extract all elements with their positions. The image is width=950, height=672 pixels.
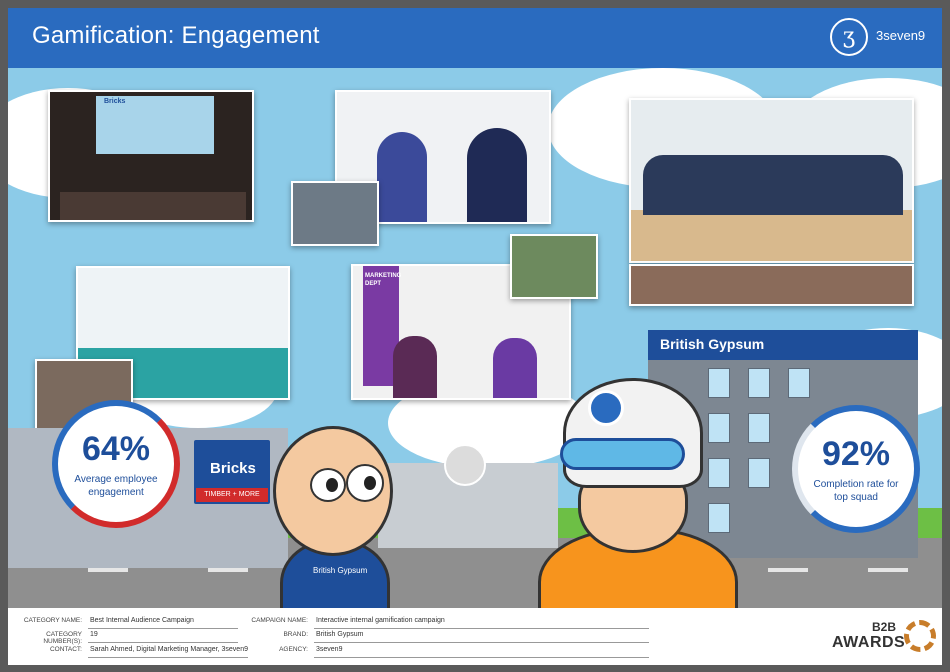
safety-goggles [560,438,685,470]
category-name-key: CATEGORY NAME: [23,617,82,624]
presentation-screen-label: Bricks [104,98,126,105]
globe-icon [588,390,624,426]
completion-stat-value: 92% [821,435,891,473]
road-marking [88,568,128,572]
awards-word-text: AWARDS [832,634,906,651]
hard-hat [563,378,703,488]
category-name-value: Best Internal Audience Campaign [88,617,238,629]
window [748,458,770,488]
awards-b2b-text: B2B [872,620,897,634]
completion-stat-badge: 92% Completion rate for top squad [792,405,920,533]
agency-logo-icon: ʒ [830,18,868,56]
brand-value: British Gypsum [314,631,649,643]
window [748,368,770,398]
presentation-photo: Bricks [48,90,254,222]
category-number-value: 19 [88,631,238,643]
engagement-stat-value: 64% [81,430,151,468]
marketing-sign: MARKETING DEPT [365,273,402,287]
agency-logo-text: 3seven9 [876,28,926,43]
apple-logo-icon [444,444,486,486]
shirt-logo: British Gypsum [313,566,368,575]
road-marking [868,568,908,572]
brand-key: BRAND: [283,631,308,638]
completion-stat-label: Completion rate for top squad [813,479,899,503]
contact-value: Sarah Ahmed, Digital Marketing Manager, … [88,646,248,658]
entry-details-footer: CATEGORY NAME: Best Internal Audience Ca… [8,608,942,665]
agency-value: 3seven9 [314,646,649,658]
campaign-name-value: Interactive internal gamification campai… [314,617,649,629]
award-entry-sheet: Gamification: Engagement ʒ 3seven9 Brick… [8,8,942,665]
page-title: Gamification: Engagement [32,22,320,49]
bricks-sign-label: Bricks [210,460,256,477]
window [788,368,810,398]
header-bar: Gamification: Engagement ʒ 3seven9 [8,8,942,68]
window [708,413,730,443]
window [708,503,730,533]
plants-photo [510,234,598,299]
engagement-stat-badge: 64% Average employee engagement [52,400,180,528]
agency-key: AGENCY: [279,646,308,653]
b2b-awards-logo: B2B AWARDS [828,620,938,660]
road-marking [768,568,808,572]
window [708,368,730,398]
bricks-sign-sub: TIMBER + MORE [196,488,268,502]
category-number-key: CATEGORY NUMBER(S): [43,631,82,645]
pupil [364,476,376,490]
british-gypsum-sign: British Gypsum [660,336,765,352]
contact-key: CONTACT: [49,646,82,653]
awards-ring-icon [904,620,936,652]
engagement-stat-label: Average employee engagement [74,474,158,498]
campaign-name-key: CAMPAIGN NAME: [251,617,308,624]
pupil [326,478,338,492]
illustration-scene: Bricks MARKETING DEPT British Gypsum Bri… [8,68,942,608]
executive-team-panel [629,98,914,263]
road-marking [208,568,248,572]
window [708,458,730,488]
window [748,413,770,443]
office-photo [291,181,379,246]
headshots-strip [629,264,914,306]
